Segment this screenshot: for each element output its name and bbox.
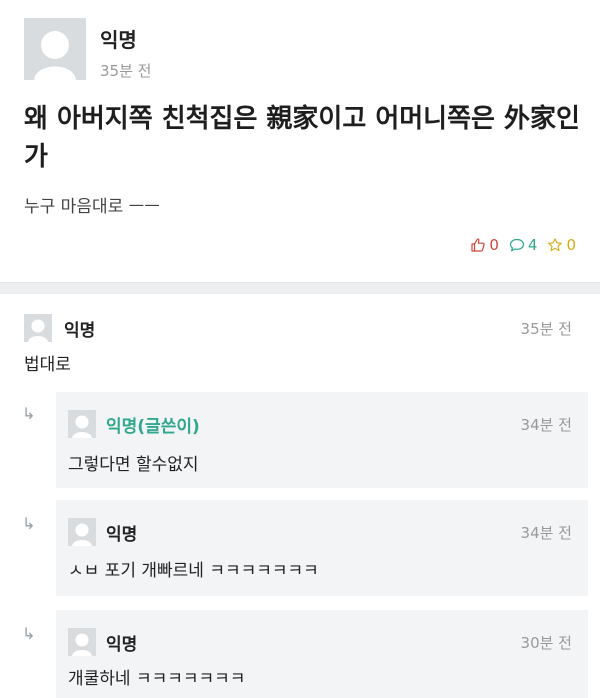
- reply-author: 익명: [106, 635, 138, 655]
- avatar[interactable]: [24, 18, 86, 80]
- like-count: 0: [489, 236, 499, 254]
- reply-text: 그렇다면 할수없지: [68, 455, 199, 475]
- reply-arrow-icon: ↳: [22, 624, 36, 643]
- reply-author: 익명: [106, 525, 138, 545]
- reply-item: 익명 30분 전 개쿨하네 ㅋㅋㅋㅋㅋㅋㅋ: [56, 610, 588, 698]
- reply-arrow-icon: ↳: [22, 514, 36, 533]
- comment-author: 익명: [64, 321, 96, 341]
- reply-item: 익명 34분 전 ㅅㅂ 포기 개빠르네 ㅋㅋㅋㅋㅋㅋㅋ: [56, 500, 588, 596]
- avatar[interactable]: [68, 410, 96, 438]
- comment-button[interactable]: 4: [509, 236, 538, 254]
- post-stats: 0 4 0: [464, 236, 576, 254]
- comment-item: 익명 35분 전 법대로: [0, 294, 600, 384]
- reply-arrow-icon: ↳: [22, 404, 36, 423]
- post-author: 익명: [100, 28, 137, 52]
- post-title: 왜 아버지쪽 친척집은 親家이고 어머니쪽은 外家인가: [24, 104, 580, 172]
- reply-author-op: 익명(글쓴이): [106, 417, 200, 437]
- reply-text: 개쿨하네 ㅋㅋㅋㅋㅋㅋㅋ: [68, 669, 246, 689]
- scrap-count: 0: [566, 236, 576, 254]
- default-avatar-icon: [24, 18, 86, 80]
- avatar[interactable]: [68, 518, 96, 546]
- reply-item: 익명(글쓴이) 34분 전 그렇다면 할수없지: [56, 392, 588, 488]
- like-button[interactable]: 0: [470, 236, 499, 254]
- default-avatar-icon: [68, 628, 96, 656]
- comment-count: 4: [527, 236, 538, 254]
- post-body: 누구 마음대로 ㅡㅡ: [24, 197, 160, 217]
- avatar[interactable]: [24, 314, 52, 342]
- scrap-button[interactable]: 0: [547, 236, 576, 254]
- reply-timestamp: 30분 전: [520, 634, 572, 652]
- comment-text: 법대로: [24, 355, 71, 375]
- post-timestamp: 35분 전: [100, 62, 152, 80]
- reply-timestamp: 34분 전: [520, 524, 572, 542]
- default-avatar-icon: [68, 410, 96, 438]
- section-divider: [0, 282, 600, 294]
- star-icon: [548, 238, 563, 252]
- reply-text: ㅅㅂ 포기 개빠르네 ㅋㅋㅋㅋㅋㅋㅋ: [68, 561, 319, 581]
- comment-timestamp: 35분 전: [520, 320, 572, 338]
- avatar[interactable]: [68, 628, 96, 656]
- thumbs-up-icon: [471, 238, 486, 252]
- speech-bubble-icon: [509, 238, 525, 252]
- default-avatar-icon: [24, 314, 52, 342]
- reply-timestamp: 34분 전: [520, 416, 572, 434]
- post-card: 익명 35분 전 왜 아버지쪽 친척집은 親家이고 어머니쪽은 外家인가 누구 …: [0, 0, 600, 282]
- default-avatar-icon: [68, 518, 96, 546]
